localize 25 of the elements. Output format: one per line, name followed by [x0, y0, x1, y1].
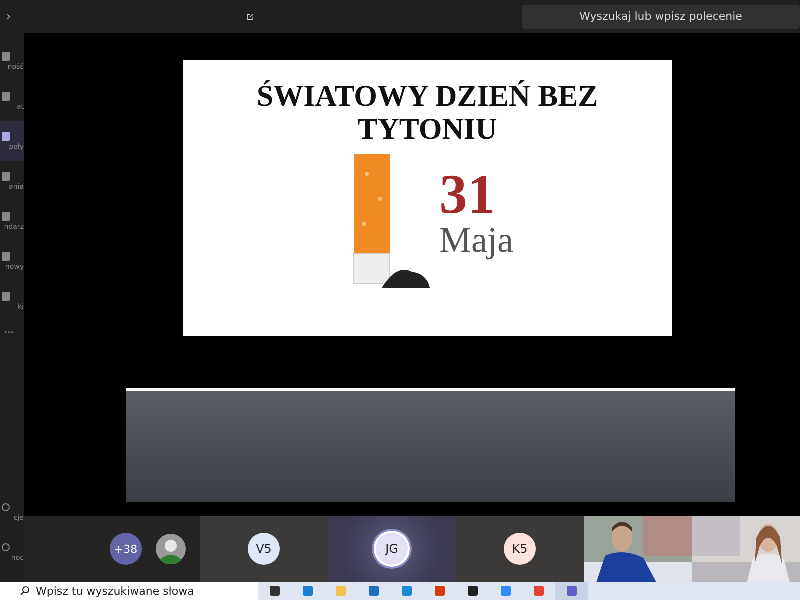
app-icon	[2, 92, 10, 100]
search-placeholder: Wpisz tu wyszukiwane słowa	[36, 584, 194, 598]
taskbar-search-field[interactable]: Wpisz tu wyszukiwane słowa	[0, 582, 258, 600]
app-icon	[2, 212, 10, 220]
participant-count-badge[interactable]: +38	[110, 533, 142, 565]
search-icon	[20, 586, 30, 596]
app-icon	[2, 542, 10, 552]
participant-initials: K5	[504, 533, 536, 565]
search-field[interactable]: Wyszukaj lub wpisz polecenie	[522, 4, 800, 28]
participant-tile[interactable]: JG	[328, 516, 456, 582]
participant-initials: V5	[248, 533, 280, 565]
participant-tile[interactable]: V5	[200, 516, 328, 582]
more-button[interactable]: ...	[0, 325, 24, 336]
app-icon	[2, 132, 10, 140]
app-icon	[2, 252, 10, 260]
participant-tile[interactable]: K5	[456, 516, 584, 582]
date-number: 31	[440, 170, 497, 220]
participant-initials: JG	[376, 533, 408, 565]
month-label: Maja	[440, 220, 514, 260]
app-icon	[2, 52, 10, 60]
app-icon	[2, 292, 10, 300]
app-icon	[2, 502, 10, 512]
app-icon	[2, 172, 10, 180]
slide-title: ŚWIATOWY DZIEŃ BEZ TYTONIU	[256, 80, 600, 146]
avatar-icon	[156, 534, 186, 564]
